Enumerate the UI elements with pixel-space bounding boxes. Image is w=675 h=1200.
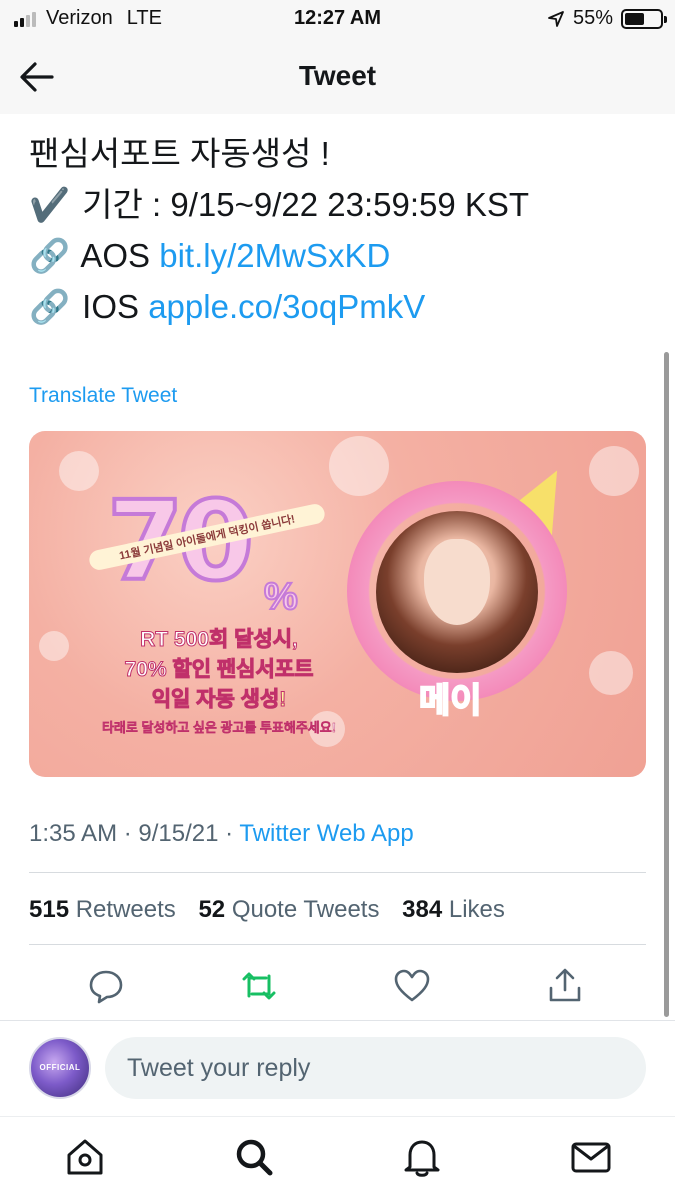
- tweet-media-image[interactable]: 70 % 11월 기념일 아이돌에게 덕킹이 쏩니다! RT 500회 달성시,…: [29, 431, 646, 777]
- tab-search[interactable]: [232, 1135, 276, 1179]
- tweet-line-text: AOS: [80, 237, 151, 274]
- promo-percent-sign: %: [263, 575, 299, 619]
- tweet-line-text: IOS: [82, 288, 140, 325]
- likes-stat[interactable]: 384 Likes: [402, 896, 505, 923]
- tweet-line-3: 🔗 AOS bit.ly/2MwSxKD: [29, 230, 649, 281]
- reply-button[interactable]: [86, 966, 126, 1006]
- reply-input[interactable]: [105, 1037, 646, 1099]
- tweet-line-text: 팬심서포트 자동생성 !: [29, 135, 330, 172]
- tweet-line-4: 🔗 IOS apple.co/3oqPmkV: [29, 281, 649, 332]
- divider: [29, 944, 646, 945]
- translate-tweet-link[interactable]: Translate Tweet: [29, 384, 177, 408]
- avatar[interactable]: OFFICIAL: [29, 1037, 91, 1099]
- tweet-source-link[interactable]: Twitter Web App: [239, 820, 413, 847]
- tab-home[interactable]: [63, 1135, 107, 1179]
- share-button[interactable]: [545, 966, 585, 1006]
- battery-percent: 55%: [572, 7, 613, 29]
- aos-link[interactable]: bit.ly/2MwSxKD: [159, 237, 390, 274]
- bottom-tab-bar: [0, 1116, 675, 1200]
- quote-tweets-stat[interactable]: 52 Quote Tweets: [198, 896, 379, 923]
- tweet-line-text: 기간 : 9/15~9/22 23:59:59 KST: [82, 186, 530, 223]
- reply-icon: [89, 970, 123, 1004]
- retweets-label: Retweets: [75, 896, 176, 923]
- reply-bar: OFFICIAL: [0, 1020, 675, 1116]
- promo-line-2: 70% 할인 팬심서포트: [124, 658, 314, 682]
- retweets-stat[interactable]: 515 Retweets: [29, 896, 176, 923]
- promo-line-3: 익일 자동 생성!: [151, 688, 287, 712]
- bokeh-light: [59, 451, 99, 491]
- search-icon: [236, 1139, 273, 1176]
- page-title: Tweet: [298, 60, 377, 91]
- status-bar: Verizon LTE 12:27 AM 55%: [0, 0, 675, 40]
- bokeh-light: [329, 436, 389, 496]
- retweet-button[interactable]: [239, 966, 279, 1006]
- share-icon: [549, 968, 581, 1002]
- tweet-text: 팬심서포트 자동생성 ! ✔️ 기간 : 9/15~9/22 23:59:59 …: [29, 128, 649, 332]
- like-button[interactable]: [392, 966, 432, 1006]
- battery-icon: [621, 8, 667, 29]
- promo-line-4: 타래로 달성하고 싶은 광고를 투표해주세요!: [101, 720, 337, 736]
- divider: [29, 872, 646, 873]
- status-right: 55%: [547, 7, 667, 30]
- link-icon: 🔗: [29, 288, 71, 325]
- scrollbar[interactable]: [664, 352, 669, 1017]
- meta-separator: ·: [123, 820, 132, 847]
- tweet-line-2: ✔️ 기간 : 9/15~9/22 23:59:59 KST: [29, 179, 649, 230]
- promo-line-1: RT 500회 달성시,: [140, 628, 299, 652]
- ios-link[interactable]: apple.co/3oqPmkV: [148, 288, 425, 325]
- bokeh-light: [39, 631, 69, 661]
- bokeh-light: [589, 651, 633, 695]
- idol-face: [424, 539, 490, 625]
- likes-count: 384: [402, 896, 443, 923]
- bokeh-light: [589, 446, 639, 496]
- meta-separator: ·: [225, 820, 234, 847]
- heart-icon: [394, 969, 430, 1002]
- tweet-line-1: 팬심서포트 자동생성 !: [29, 128, 649, 179]
- bell-icon: [404, 1140, 440, 1177]
- location-icon: [548, 10, 564, 27]
- retweet-icon: [242, 972, 276, 1000]
- tweet-time: 1:35 AM: [29, 820, 118, 847]
- nav-header: Tweet: [0, 40, 675, 114]
- home-icon: [67, 1139, 103, 1175]
- link-icon: 🔗: [29, 237, 71, 274]
- tweet-actions: [0, 966, 675, 1006]
- checkmark-icon: ✔️: [29, 186, 71, 223]
- tab-messages[interactable]: [569, 1135, 613, 1179]
- idol-name: 메이: [418, 681, 483, 721]
- quotes-label: Quote Tweets: [231, 896, 380, 923]
- tweet-meta: 1:35 AM · 9/15/21 · Twitter Web App: [29, 820, 414, 848]
- tab-notifications[interactable]: [400, 1135, 444, 1179]
- tweet-stats: 515 Retweets 52 Quote Tweets 384 Likes: [29, 896, 505, 924]
- avatar-text: OFFICIAL: [39, 1063, 81, 1072]
- battery-fill: [625, 12, 644, 25]
- retweets-count: 515: [29, 896, 70, 923]
- envelope-icon: [571, 1142, 611, 1173]
- quotes-count: 52: [198, 896, 226, 923]
- tweet-date: 9/15/21: [138, 820, 219, 847]
- likes-label: Likes: [448, 896, 505, 923]
